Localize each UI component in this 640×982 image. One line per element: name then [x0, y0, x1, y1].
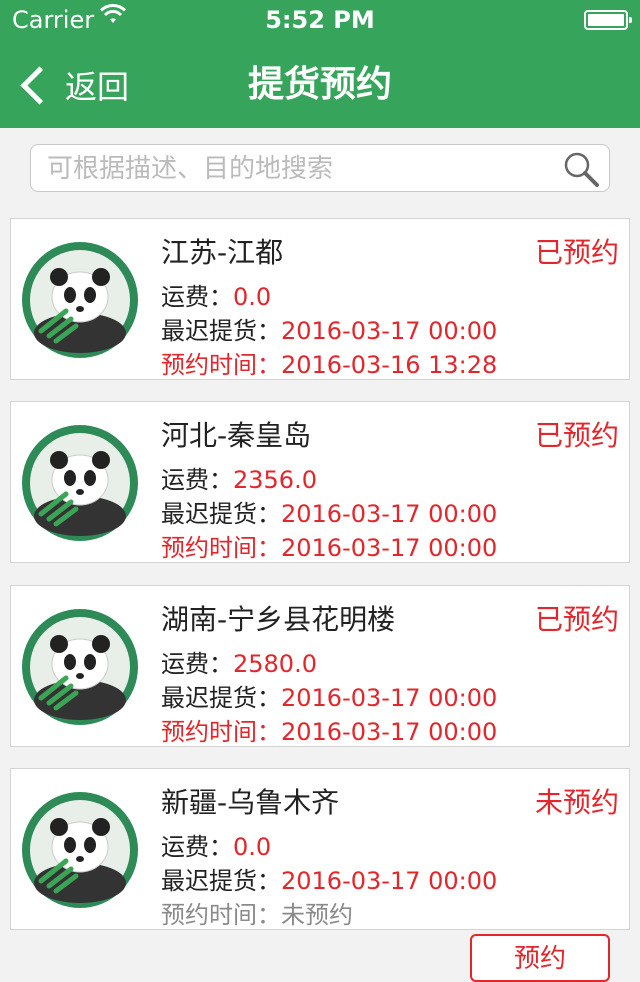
- reserve-time-value: 2016-03-17 00:00: [281, 718, 498, 746]
- reserve-time-label: 预约时间：: [161, 534, 281, 562]
- latest-pickup-value: 2016-03-17 00:00: [281, 500, 498, 528]
- order-card[interactable]: 江苏-江都 已预约 运费：0.0 最迟提货：2016-03-17 00:00 预…: [10, 218, 630, 380]
- search-input[interactable]: [45, 145, 549, 193]
- latest-pickup-label: 最迟提货：: [161, 317, 281, 345]
- order-card[interactable]: 新疆-乌鲁木齐 未预约 运费：0.0 最迟提货：2016-03-17 00:00…: [10, 768, 630, 930]
- destination: 江苏-江都: [161, 236, 284, 269]
- reservation-status: 已预约: [534, 419, 619, 452]
- freight-label: 运费：: [161, 833, 233, 861]
- panda-logo-icon: [22, 609, 138, 725]
- reserve-time-label: 预约时间：: [161, 718, 281, 746]
- latest-pickup-value: 2016-03-17 00:00: [281, 684, 498, 712]
- reserve-time-value: 2016-03-16 13:28: [281, 351, 498, 379]
- reserve-time-row: 预约时间：2016-03-16 13:28: [161, 345, 497, 380]
- reserve-time-row: 预约时间：2016-03-17 00:00: [161, 712, 497, 747]
- latest-pickup-label: 最迟提货：: [161, 684, 281, 712]
- freight-value: 2580.0: [233, 650, 317, 678]
- search-bar: [30, 144, 610, 193]
- nav-header: Carrier 5:52 PM 返回 提货预约: [0, 0, 640, 128]
- latest-pickup-row: 最迟提货：2016-03-17 00:00: [161, 311, 497, 346]
- freight-row: 运费：2580.0: [161, 644, 317, 679]
- latest-pickup-label: 最迟提货：: [161, 867, 281, 895]
- freight-value: 2356.0: [233, 466, 317, 494]
- battery-icon: [584, 10, 632, 30]
- latest-pickup-label: 最迟提货：: [161, 500, 281, 528]
- status-bar: Carrier 5:52 PM: [0, 0, 640, 40]
- latest-pickup-row: 最迟提货：2016-03-17 00:00: [161, 494, 497, 529]
- latest-pickup-row: 最迟提货：2016-03-17 00:00: [161, 861, 497, 896]
- reserve-time-value: 未预约: [281, 901, 353, 929]
- reserve-time-label: 预约时间：: [161, 351, 281, 379]
- freight-value: 0.0: [233, 283, 272, 311]
- reservation-status: 已预约: [534, 603, 619, 636]
- freight-label: 运费：: [161, 650, 233, 678]
- panda-logo-icon: [22, 242, 138, 358]
- destination: 新疆-乌鲁木齐: [161, 786, 340, 819]
- freight-row: 运费：2356.0: [161, 460, 317, 495]
- reserve-button[interactable]: 预约: [470, 934, 610, 982]
- clock-time: 5:52 PM: [265, 6, 375, 34]
- freight-row: 运费：0.0: [161, 277, 271, 312]
- reservation-status: 未预约: [534, 786, 619, 819]
- panda-logo-icon: [22, 425, 138, 541]
- order-card[interactable]: 湖南-宁乡县花明楼 已预约 运费：2580.0 最迟提货：2016-03-17 …: [10, 585, 630, 747]
- reserve-time-row: 预约时间：2016-03-17 00:00: [161, 528, 497, 563]
- freight-value: 0.0: [233, 833, 272, 861]
- reservation-status: 已预约: [534, 236, 619, 269]
- search-icon[interactable]: [563, 151, 599, 187]
- latest-pickup-value: 2016-03-17 00:00: [281, 317, 498, 345]
- order-card[interactable]: 河北-秦皇岛 已预约 运费：2356.0 最迟提货：2016-03-17 00:…: [10, 401, 630, 563]
- destination: 河北-秦皇岛: [161, 419, 312, 452]
- freight-label: 运费：: [161, 466, 233, 494]
- freight-label: 运费：: [161, 283, 233, 311]
- freight-row: 运费：0.0: [161, 827, 271, 862]
- latest-pickup-row: 最迟提货：2016-03-17 00:00: [161, 678, 497, 713]
- reserve-time-value: 2016-03-17 00:00: [281, 534, 498, 562]
- panda-logo-icon: [22, 792, 138, 908]
- latest-pickup-value: 2016-03-17 00:00: [281, 867, 498, 895]
- reserve-time-row: 预约时间：未预约: [161, 895, 353, 930]
- reserve-time-label: 预约时间：: [161, 901, 281, 929]
- page-title: 提货预约: [247, 64, 392, 105]
- destination: 湖南-宁乡县花明楼: [161, 603, 396, 636]
